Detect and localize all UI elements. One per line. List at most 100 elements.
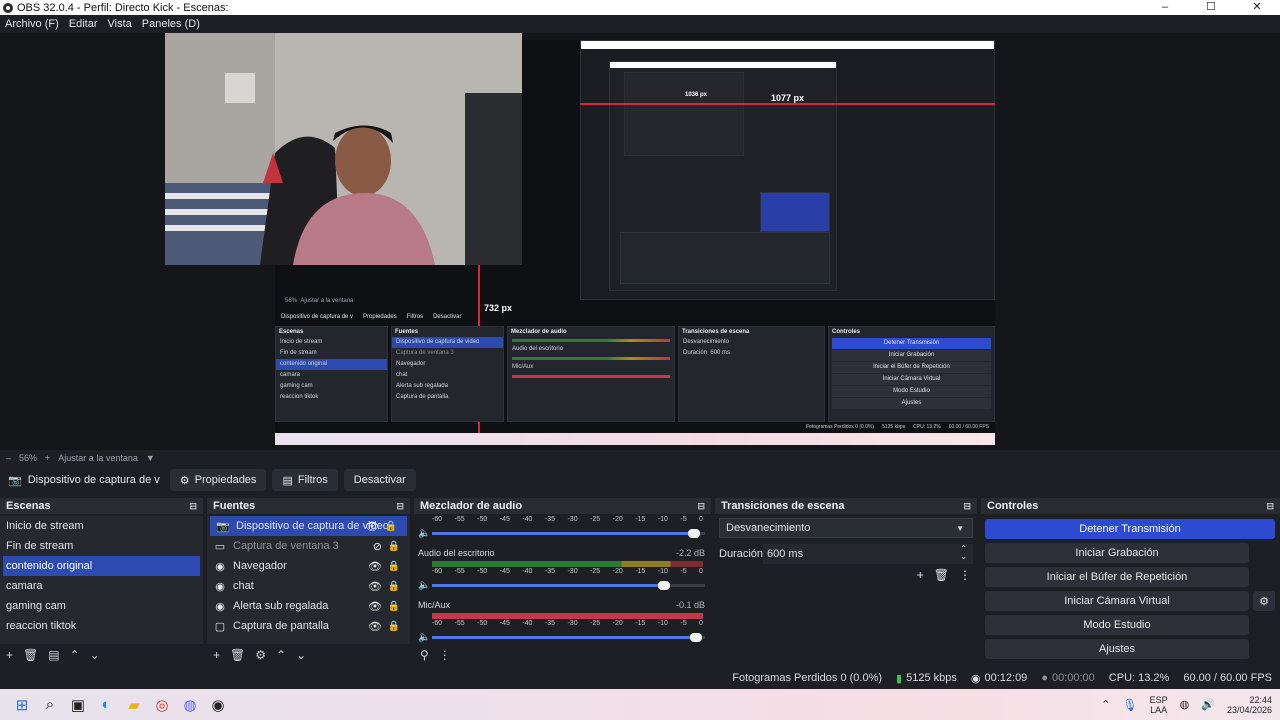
tray-chevron-icon[interactable]: ⌃: [1101, 698, 1110, 711]
edge-icon[interactable]: ◐: [92, 691, 120, 719]
add-icon[interactable]: +: [213, 648, 220, 662]
meter-ticks: -60 -55 -50 -45 -40 -35 -30 -25 -20 -15 -10 -5 0: [432, 620, 703, 627]
add-icon[interactable]: +: [6, 648, 13, 662]
stop-stream-button[interactable]: Detener Transmisión: [985, 519, 1275, 539]
speaker-icon[interactable]: 🔈: [418, 632, 432, 643]
scene-item[interactable]: gaming cam: [0, 596, 203, 616]
speaker-icon[interactable]: 🔈: [418, 528, 432, 539]
volume-slider[interactable]: [432, 528, 705, 538]
mixer-title: Mezclador de audio: [420, 500, 523, 512]
zoom-in-button[interactable]: +: [45, 453, 50, 463]
source-item[interactable]: ◉ Navegador 👁 🔒: [207, 556, 410, 576]
transition-select[interactable]: Desvanecimiento ▼: [719, 518, 973, 538]
maximize-button[interactable]: ☐: [1188, 0, 1234, 15]
undock-icon[interactable]: ⊟: [396, 501, 404, 512]
add-icon[interactable]: +: [917, 568, 924, 582]
file-explorer-icon[interactable]: ▰: [120, 691, 148, 719]
source-item-selected[interactable]: 📷 Dispositivo de captura de video 👁 🔒: [210, 516, 407, 536]
discord-icon[interactable]: ◍: [176, 691, 204, 719]
virtual-camera-settings-button[interactable]: ⚙: [1253, 591, 1275, 611]
undock-icon[interactable]: ⊟: [697, 501, 705, 512]
lock-icon[interactable]: 🔒: [385, 521, 397, 532]
measure-label-inner: 1036 px: [685, 92, 708, 98]
task-view-icon[interactable]: ▣: [64, 691, 92, 719]
undock-icon[interactable]: ⊟: [1266, 501, 1274, 512]
filters-button[interactable]: ▤ Filtros: [272, 469, 338, 491]
signal-icon: ▮: [896, 672, 903, 685]
lock-icon[interactable]: 🔒: [388, 561, 400, 572]
start-virtual-camera-button[interactable]: Iniciar Cámara Virtual: [985, 591, 1249, 611]
controls-body: Detener Transmisión Iniciar Grabación In…: [981, 516, 1280, 666]
volume-icon[interactable]: 🔊: [1201, 698, 1215, 711]
studio-mode-button[interactable]: Modo Estudio: [985, 615, 1249, 635]
windows-start-icon[interactable]: ⊞: [8, 691, 36, 719]
chevron-down-icon: ▼: [956, 523, 964, 533]
chrome-icon[interactable]: ◎: [148, 691, 176, 719]
undock-icon[interactable]: ⊟: [963, 501, 971, 512]
eye-icon[interactable]: 👁: [368, 560, 382, 573]
arrow-up-icon[interactable]: ⌃: [70, 648, 80, 662]
scene-item[interactable]: camara: [0, 576, 203, 596]
arrow-down-icon[interactable]: ⌄: [296, 648, 306, 662]
source-item[interactable]: ◉ Alerta sub regalada 👁 🔒: [207, 596, 410, 616]
volume-slider[interactable]: [432, 580, 705, 590]
eye-icon[interactable]: 👁: [368, 600, 382, 613]
preview-area[interactable]: 1077 px 1036 px 732 px 56% Ajustar a la …: [0, 33, 1280, 450]
menu-archivo[interactable]: Archivo (F): [0, 18, 64, 30]
lock-icon[interactable]: 🔒: [388, 621, 400, 632]
duration-spinbox[interactable]: 600 ms ⌃ ⌄: [763, 544, 973, 564]
selected-source-name: Dispositivo de captura de v: [27, 474, 160, 486]
volume-slider[interactable]: [432, 632, 705, 642]
advanced-audio-icon[interactable]: ⚲: [420, 648, 429, 662]
minimize-button[interactable]: –: [1142, 0, 1188, 15]
close-button[interactable]: ✕: [1234, 0, 1280, 15]
language-indicator[interactable]: ESP LAA: [1150, 695, 1168, 715]
undock-icon[interactable]: ⊟: [189, 501, 197, 512]
search-icon[interactable]: ⌕: [36, 691, 64, 719]
eye-icon[interactable]: 👁: [368, 620, 382, 633]
eye-icon[interactable]: 👁: [368, 580, 382, 593]
scene-item-selected[interactable]: contenido original: [3, 556, 200, 576]
obs-taskbar-icon[interactable]: ◉: [204, 691, 232, 719]
lock-icon[interactable]: 🔒: [388, 541, 400, 552]
network-icon[interactable]: ◍: [1180, 698, 1190, 711]
lock-icon[interactable]: 🔒: [388, 601, 400, 612]
more-options-icon[interactable]: ⋮: [439, 648, 451, 662]
source-item[interactable]: ▢ Captura de pantalla 👁 🔒: [207, 616, 410, 636]
system-tray: ⌃ 🎙 ESP LAA ◍ 🔊 22:44 23/04/2026: [1101, 689, 1272, 720]
menu-paneles[interactable]: Paneles (D): [137, 18, 205, 30]
scene-item[interactable]: Fin de stream: [0, 536, 203, 556]
start-replay-buffer-button[interactable]: Iniciar el Búfer de Repetición: [985, 567, 1249, 587]
chevron-down-icon[interactable]: ▼: [146, 453, 155, 463]
settings-button[interactable]: Ajustes: [985, 639, 1249, 659]
properties-button[interactable]: ⚙ Propiedades: [169, 469, 267, 491]
deactivate-button[interactable]: Desactivar: [343, 469, 416, 491]
start-recording-button[interactable]: Iniciar Grabación: [985, 543, 1249, 563]
trash-icon[interactable]: 🗑: [23, 648, 38, 662]
fps: 60.00 / 60.00 FPS: [1183, 672, 1272, 684]
lock-icon[interactable]: 🔒: [388, 581, 400, 592]
menu-editar[interactable]: Editar: [64, 18, 103, 30]
eye-off-icon[interactable]: ⊘: [373, 540, 382, 553]
microphone-icon[interactable]: 🎙: [1122, 698, 1137, 712]
trash-icon[interactable]: 🗑: [934, 568, 949, 582]
menu-vista[interactable]: Vista: [103, 18, 137, 30]
source-item[interactable]: ◉ chat 👁 🔒: [207, 576, 410, 596]
spin-down-icon[interactable]: ⌄: [960, 552, 967, 561]
eye-icon[interactable]: 👁: [365, 520, 379, 533]
gear-icon[interactable]: ⚙: [255, 648, 266, 662]
speaker-icon[interactable]: 🔈: [418, 580, 432, 591]
fit-to-window[interactable]: Ajustar a la ventana: [58, 453, 138, 463]
arrow-up-icon[interactable]: ⌃: [276, 648, 286, 662]
trash-icon[interactable]: 🗑: [230, 648, 245, 662]
meter-ticks: -60 -55 -50 -45 -40 -35 -30 -25 -20 -15 -10 -5 0: [432, 516, 703, 523]
channel-db: -2.2 dB: [675, 548, 705, 558]
scene-item[interactable]: reaccion tiktok: [0, 616, 203, 636]
source-item[interactable]: ▭ Captura de ventana 3 ⊘ 🔒: [207, 536, 410, 556]
filter-icon[interactable]: ▤: [48, 648, 59, 662]
more-options-icon[interactable]: ⋮: [959, 568, 971, 582]
clock[interactable]: 22:44 23/04/2026: [1227, 695, 1272, 715]
arrow-down-icon[interactable]: ⌄: [90, 648, 100, 662]
scene-item[interactable]: Inicio de stream: [0, 516, 203, 536]
zoom-out-button[interactable]: –: [6, 453, 11, 463]
